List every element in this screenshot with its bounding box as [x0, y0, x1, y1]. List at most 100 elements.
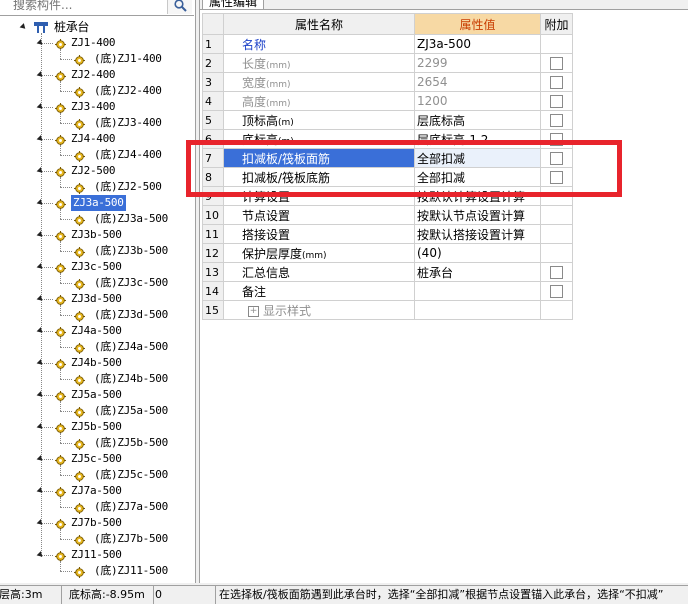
tree-child-node[interactable]: (底)ZJ5b-500: [0, 435, 190, 451]
collapse-arrow-icon[interactable]: [36, 487, 45, 495]
property-row[interactable]: 6 底标高(m) 层底标高-1.2: [202, 129, 573, 149]
property-name-cell[interactable]: 高度(mm): [223, 91, 415, 111]
property-value-cell[interactable]: 1200: [414, 91, 541, 111]
tree-node-root[interactable]: 桩承台: [0, 19, 190, 35]
property-value-cell[interactable]: ZJ3a-500: [414, 34, 541, 54]
property-value-cell[interactable]: 层底标高: [414, 110, 541, 130]
property-name-cell[interactable]: 计算设置: [223, 186, 415, 206]
property-row[interactable]: 7 扣减板/筏板面筋 全部扣减: [202, 148, 573, 168]
collapse-arrow-icon[interactable]: [36, 103, 45, 111]
extra-checkbox[interactable]: [550, 133, 563, 146]
extra-checkbox[interactable]: [550, 76, 563, 89]
tree-child-node[interactable]: (底)ZJ2-500: [0, 179, 190, 195]
extra-checkbox[interactable]: [550, 285, 563, 298]
search-button[interactable]: [167, 0, 192, 14]
extra-checkbox[interactable]: [550, 95, 563, 108]
tree-node[interactable]: ZJ5a-500: [0, 387, 190, 403]
property-name-cell[interactable]: 长度(mm): [223, 53, 415, 73]
property-value-cell[interactable]: 层底标高-1.2: [414, 129, 541, 149]
tree-node[interactable]: ZJ5b-500: [0, 419, 190, 435]
property-name-cell[interactable]: 宽度(mm): [223, 72, 415, 92]
tree-node[interactable]: ZJ5c-500: [0, 451, 190, 467]
property-name-cell[interactable]: 底标高(m): [223, 129, 415, 149]
property-row[interactable]: 12 保护层厚度(mm) (40): [202, 243, 573, 263]
expand-plus-icon[interactable]: +: [248, 305, 259, 317]
property-row[interactable]: 15 + 显示样式: [202, 300, 573, 320]
property-value-cell[interactable]: 桩承台: [414, 262, 541, 282]
property-value-cell[interactable]: (40): [414, 243, 541, 263]
collapse-arrow-icon[interactable]: [36, 199, 45, 207]
tree-node[interactable]: ZJ3c-500: [0, 259, 190, 275]
property-name-cell[interactable]: 保护层厚度(mm): [223, 243, 415, 263]
property-value-cell[interactable]: 按默认搭接设置计算: [414, 224, 541, 244]
property-name-cell[interactable]: 搭接设置: [223, 224, 415, 244]
tree-node[interactable]: ZJ4-400: [0, 131, 190, 147]
property-row[interactable]: 5 顶标高(m) 层底标高: [202, 110, 573, 130]
collapse-arrow-icon[interactable]: [36, 423, 45, 431]
tree-child-node[interactable]: (底)ZJ5a-500: [0, 403, 190, 419]
property-value-cell[interactable]: 2299: [414, 53, 541, 73]
property-value-cell[interactable]: 全部扣减: [414, 148, 541, 168]
extra-checkbox[interactable]: [550, 152, 563, 165]
collapse-arrow-icon[interactable]: [36, 231, 45, 239]
property-value-cell[interactable]: 2654: [414, 72, 541, 92]
search-input[interactable]: [0, 0, 165, 14]
tree-node[interactable]: ZJ4b-500: [0, 355, 190, 371]
extra-checkbox[interactable]: [550, 114, 563, 127]
tree-child-node[interactable]: (底)ZJ5c-500: [0, 467, 190, 483]
collapse-arrow-icon[interactable]: [36, 295, 45, 303]
property-name-cell[interactable]: 节点设置: [223, 205, 415, 225]
property-value-cell[interactable]: 全部扣减: [414, 167, 541, 187]
collapse-arrow-icon[interactable]: [36, 39, 45, 47]
extra-checkbox[interactable]: [550, 57, 563, 70]
property-row[interactable]: 13 汇总信息 桩承台: [202, 262, 573, 282]
property-name-cell[interactable]: 备注: [223, 281, 415, 301]
property-name-cell[interactable]: 名称: [223, 34, 415, 54]
tree-child-node[interactable]: (底)ZJ3c-500: [0, 275, 190, 291]
collapse-arrow-icon[interactable]: [36, 359, 45, 367]
property-name-cell[interactable]: 汇总信息: [223, 262, 415, 282]
tree-node[interactable]: ZJ1-400: [0, 35, 190, 51]
tree-child-node[interactable]: (底)ZJ7a-500: [0, 499, 190, 515]
tree-node[interactable]: ZJ3b-500: [0, 227, 190, 243]
property-name-cell[interactable]: + 显示样式: [223, 300, 415, 320]
tree-node[interactable]: ZJ3d-500: [0, 291, 190, 307]
tree-node[interactable]: ZJ4a-500: [0, 323, 190, 339]
property-row[interactable]: 8 扣减板/筏板底筋 全部扣减: [202, 167, 573, 187]
collapse-arrow-icon[interactable]: [19, 23, 28, 31]
tree-child-node[interactable]: (底)ZJ2-400: [0, 83, 190, 99]
collapse-arrow-icon[interactable]: [36, 455, 45, 463]
collapse-arrow-icon[interactable]: [36, 327, 45, 335]
tree-node[interactable]: ZJ7a-500: [0, 483, 190, 499]
collapse-arrow-icon[interactable]: [36, 167, 45, 175]
extra-checkbox[interactable]: [550, 266, 563, 279]
property-row[interactable]: 2 长度(mm) 2299: [202, 53, 573, 73]
collapse-arrow-icon[interactable]: [36, 263, 45, 271]
tree-child-node[interactable]: (底)ZJ1-400: [0, 51, 190, 67]
tree-child-node[interactable]: (底)ZJ7b-500: [0, 531, 190, 547]
tree-node[interactable]: ZJ3-400: [0, 99, 190, 115]
property-name-cell[interactable]: 扣减板/筏板面筋: [223, 148, 415, 168]
tree-child-node[interactable]: (底)ZJ4b-500: [0, 371, 190, 387]
tree-child-node[interactable]: (底)ZJ3a-500: [0, 211, 190, 227]
tree-node[interactable]: ZJ3a-500: [0, 195, 190, 211]
tree-child-node[interactable]: (底)ZJ11-500: [0, 563, 190, 579]
property-name-cell[interactable]: 扣减板/筏板底筋: [223, 167, 415, 187]
property-row[interactable]: 9 计算设置 按默认计算设置计算: [202, 186, 573, 206]
property-row[interactable]: 4 高度(mm) 1200: [202, 91, 573, 111]
property-value-cell[interactable]: 按默认节点设置计算: [414, 205, 541, 225]
tree-child-node[interactable]: (底)ZJ3d-500: [0, 307, 190, 323]
collapse-arrow-icon[interactable]: [36, 551, 45, 559]
property-value-cell[interactable]: [414, 300, 541, 320]
property-row[interactable]: 3 宽度(mm) 2654: [202, 72, 573, 92]
extra-checkbox[interactable]: [550, 171, 563, 184]
property-value-cell[interactable]: [414, 281, 541, 301]
collapse-arrow-icon[interactable]: [36, 71, 45, 79]
tree-child-node[interactable]: (底)ZJ4-400: [0, 147, 190, 163]
tree-node[interactable]: ZJ2-400: [0, 67, 190, 83]
tab-property-edit[interactable]: 属性编辑: [202, 0, 265, 9]
collapse-arrow-icon[interactable]: [36, 519, 45, 527]
property-row[interactable]: 14 备注: [202, 281, 573, 301]
tree-child-node[interactable]: (底)ZJ3b-500: [0, 243, 190, 259]
tree-node[interactable]: ZJ11-500: [0, 547, 190, 563]
